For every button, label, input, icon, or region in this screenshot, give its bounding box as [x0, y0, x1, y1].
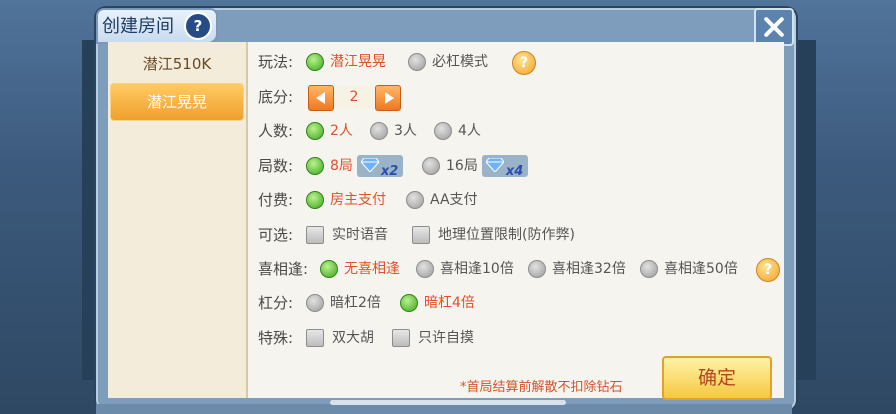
option-label: 喜相逢32倍 — [552, 261, 626, 277]
diamond-icon — [485, 158, 504, 172]
option-angang-4[interactable]: 暗杠4倍 — [400, 288, 475, 318]
radio-off-icon — [370, 122, 388, 140]
diamond-cost-badge: x4 — [481, 155, 528, 179]
option-players-3[interactable]: 3人 — [370, 116, 417, 146]
row-rounds: 局数: 8局 x2 16局 x4 — [248, 151, 784, 181]
base-score-value: 2 — [334, 86, 374, 108]
option-rounds-16[interactable]: 16局 x4 — [422, 151, 528, 181]
checkbox-icon — [392, 329, 410, 347]
option-label: 房主支付 — [330, 192, 386, 208]
label-gang-score: 杠分: — [258, 294, 294, 312]
radio-off-icon — [528, 260, 546, 278]
diamond-multiplier: x2 — [380, 164, 399, 179]
diamond-multiplier: x4 — [505, 164, 524, 179]
label-players: 人数: — [258, 122, 294, 140]
radio-on-icon — [400, 294, 418, 312]
option-pay-aa[interactable]: AA支付 — [406, 185, 478, 215]
radio-on-icon — [306, 157, 324, 175]
radio-off-icon — [434, 122, 452, 140]
option-label: 喜相逢50倍 — [664, 261, 738, 277]
row-gang-score: 杠分: 暗杠2倍 暗杠4倍 — [248, 288, 784, 318]
option-label: 3人 — [394, 123, 417, 139]
checkbox-icon — [306, 226, 324, 244]
radio-on-icon — [306, 191, 324, 209]
option-label: 必杠模式 — [432, 54, 488, 70]
row-xixiangfeng: 喜相逢: 无喜相逢 喜相逢10倍 喜相逢32倍 喜相逢50倍 ? — [248, 254, 784, 284]
confirm-button[interactable]: 确定 — [662, 356, 772, 400]
option-xxf-10[interactable]: 喜相逢10倍 — [416, 254, 514, 284]
row-base-score: 底分: 2 — [248, 82, 784, 112]
radio-off-icon — [640, 260, 658, 278]
rules-panel: 玩法: 潜江晃晃 必杠模式 ? 底分: 2 人数: 2人 3人 4人 局数: 8… — [248, 42, 784, 400]
checkbox-icon — [306, 329, 324, 347]
option-label: 地理位置限制(防作弊) — [438, 227, 575, 243]
option-label: 喜相逢10倍 — [440, 261, 514, 277]
row-play-mode: 玩法: 潜江晃晃 必杠模式 ? — [248, 47, 784, 77]
radio-on-icon — [306, 53, 324, 71]
checkbox-geo-limit[interactable]: 地理位置限制(防作弊) — [412, 220, 575, 250]
option-label: 无喜相逢 — [344, 261, 400, 277]
radio-off-icon — [306, 294, 324, 312]
checkbox-double-dahu[interactable]: 双大胡 — [306, 323, 374, 353]
diamond-icon — [360, 158, 379, 172]
checkbox-self-draw-only[interactable]: 只许自摸 — [392, 323, 474, 353]
dialog-bottom-edge — [96, 404, 792, 414]
label-optional: 可选: — [258, 226, 294, 244]
radio-off-icon — [408, 53, 426, 71]
row-players: 人数: 2人 3人 4人 — [248, 116, 784, 146]
option-label: 只许自摸 — [418, 330, 474, 346]
dissolve-note: *首局结算前解散不扣除钻石 — [460, 380, 623, 395]
option-label: 暗杠4倍 — [424, 295, 475, 311]
option-angang-2[interactable]: 暗杠2倍 — [306, 288, 381, 318]
game-sidebar: 潜江510K 潜江晃晃 — [108, 42, 248, 398]
option-play-qianjiang[interactable]: 潜江晃晃 — [306, 47, 386, 77]
option-label: 8局 — [330, 158, 353, 174]
radio-off-icon — [422, 157, 440, 175]
option-xxf-50[interactable]: 喜相逢50倍 — [640, 254, 738, 284]
option-label: 2人 — [330, 123, 353, 139]
sidebar-item-qianjiang510k[interactable]: 潜江510K — [108, 46, 246, 82]
label-base-score: 底分: — [258, 88, 294, 106]
decrease-score-button[interactable] — [308, 85, 334, 111]
sidebar-item-qianjianghuanghuang[interactable]: 潜江晃晃 — [110, 83, 244, 121]
option-xxf-none[interactable]: 无喜相逢 — [320, 254, 400, 284]
diamond-cost-badge: x2 — [356, 155, 403, 179]
label-special: 特殊: — [258, 329, 294, 347]
radio-on-icon — [320, 260, 338, 278]
radio-off-icon — [406, 191, 424, 209]
play-mode-help-icon[interactable]: ? — [512, 51, 536, 75]
label-payment: 付费: — [258, 191, 294, 209]
option-xxf-32[interactable]: 喜相逢32倍 — [528, 254, 626, 284]
option-label: 4人 — [458, 123, 481, 139]
option-label: 实时语音 — [332, 227, 388, 243]
option-label: 暗杠2倍 — [330, 295, 381, 311]
row-payment: 付费: 房主支付 AA支付 — [248, 185, 784, 215]
close-button[interactable] — [754, 8, 794, 46]
checkbox-icon — [412, 226, 430, 244]
increase-score-button[interactable] — [375, 85, 401, 111]
home-indicator — [330, 400, 566, 405]
option-pay-host[interactable]: 房主支付 — [306, 185, 386, 215]
option-label: 双大胡 — [332, 330, 374, 346]
label-play-mode: 玩法: — [258, 53, 294, 71]
option-label: 潜江晃晃 — [330, 54, 386, 70]
label-xixiangfeng: 喜相逢: — [258, 260, 309, 278]
option-play-bigang[interactable]: 必杠模式 — [408, 47, 488, 77]
xixiangfeng-help-icon[interactable]: ? — [756, 258, 780, 282]
option-label: AA支付 — [430, 192, 478, 208]
checkbox-voice[interactable]: 实时语音 — [306, 220, 388, 250]
title-help-icon[interactable]: ? — [184, 12, 212, 40]
option-rounds-8[interactable]: 8局 x2 — [306, 151, 403, 181]
option-players-4[interactable]: 4人 — [434, 116, 481, 146]
row-optional: 可选: 实时语音 地理位置限制(防作弊) — [248, 220, 784, 250]
radio-off-icon — [416, 260, 434, 278]
option-players-2[interactable]: 2人 — [306, 116, 353, 146]
radio-on-icon — [306, 122, 324, 140]
dialog-title: 创建房间 — [102, 16, 174, 37]
label-rounds: 局数: — [258, 157, 294, 175]
row-special: 特殊: 双大胡 只许自摸 — [248, 323, 784, 353]
option-label: 16局 — [446, 158, 478, 174]
